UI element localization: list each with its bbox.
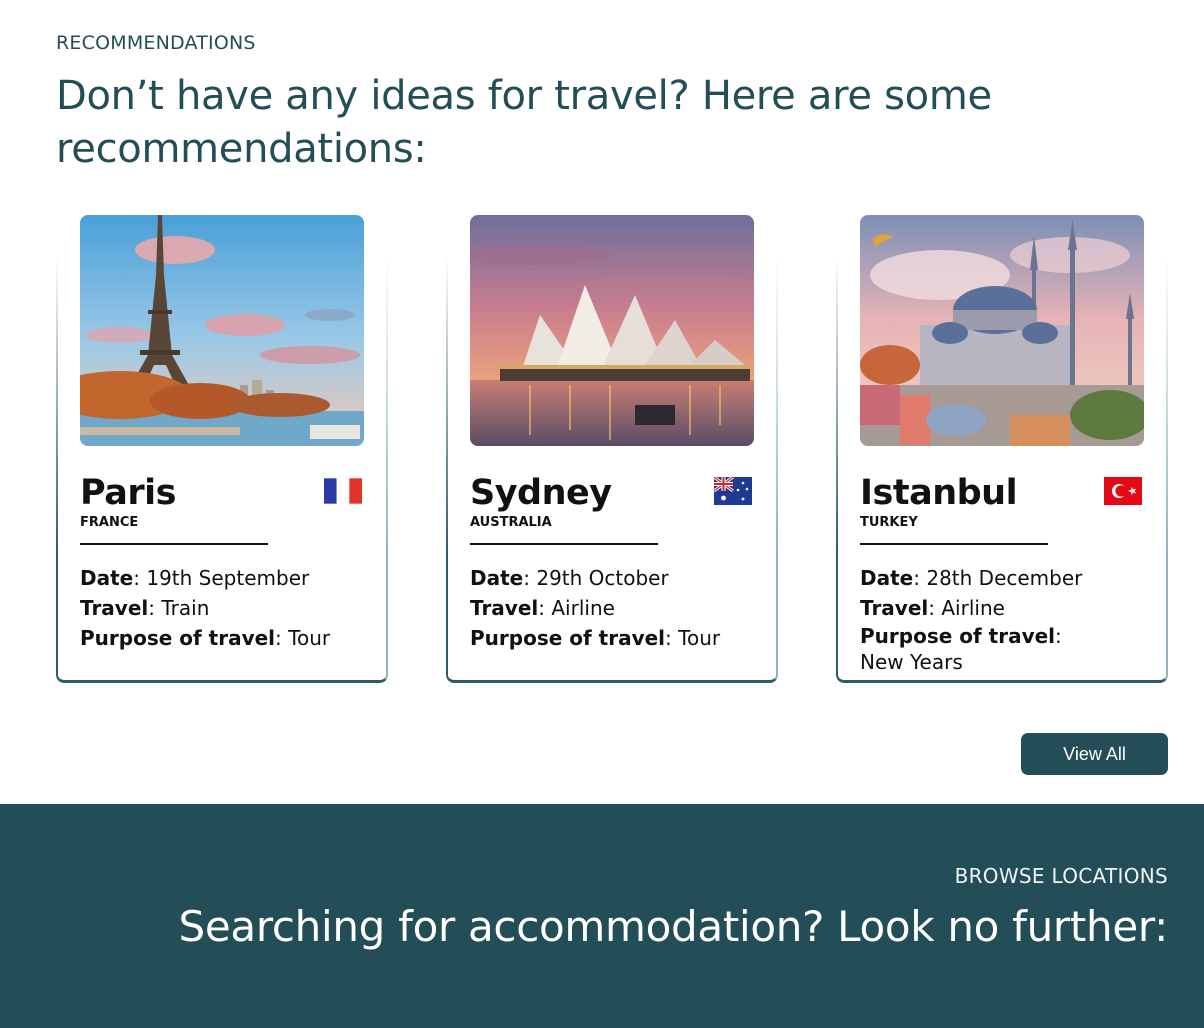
date-label: Date — [860, 566, 914, 590]
france-flag-icon — [324, 477, 362, 505]
recommendations-headline: Don’t have any ideas for travel? Here ar… — [56, 73, 992, 172]
card-city: Istanbul — [860, 473, 1018, 513]
browse-headline: Searching for accommodation? Look no fur… — [178, 902, 1169, 951]
travel-value: Airline — [551, 596, 615, 620]
card-details: Date: 19th September Travel: Train Purpo… — [80, 566, 331, 650]
paris-photo — [80, 215, 364, 446]
card-city: Sydney — [470, 473, 612, 513]
destination-card-sydney[interactable]: Sydney AUSTRALIA Date: 29th October Trav… — [446, 215, 778, 683]
browse-locations-section: BROWSE LOCATIONS Searching for accommoda… — [0, 804, 1204, 1028]
card-city: Paris — [80, 473, 176, 513]
recommendations-eyebrow: RECOMMENDATIONS — [56, 32, 256, 54]
card-details: Date: 28th December Travel: Airline Purp… — [860, 566, 1083, 674]
purpose-value: New Years — [860, 650, 963, 674]
travel-label: Travel — [470, 596, 539, 620]
browse-eyebrow: BROWSE LOCATIONS — [954, 864, 1168, 888]
turkey-flag-icon — [1104, 477, 1142, 505]
purpose-value: Tour — [678, 626, 721, 650]
travel-value: Airline — [941, 596, 1005, 620]
card-details: Date: 29th October Travel: Airline Purpo… — [470, 566, 721, 650]
date-value: 29th October — [536, 566, 669, 590]
date-value: 19th September — [146, 566, 310, 590]
australia-flag-icon — [713, 475, 752, 505]
travel-label: Travel — [860, 596, 929, 620]
card-divider — [860, 543, 1048, 545]
travel-value: Train — [161, 596, 210, 620]
date-label: Date — [80, 566, 134, 590]
date-label: Date — [470, 566, 524, 590]
destination-card-paris[interactable]: Paris FRANCE Date: 19th September Travel… — [56, 215, 388, 683]
purpose-label: Purpose of travel — [470, 626, 666, 650]
destination-card-istanbul[interactable]: Istanbul TURKEY Date: 28th December Trav… — [836, 215, 1168, 683]
istanbul-photo — [860, 215, 1144, 446]
card-divider — [470, 543, 658, 545]
card-country: FRANCE — [80, 515, 139, 530]
card-country: TURKEY — [860, 515, 918, 530]
purpose-label: Purpose of travel — [860, 624, 1056, 648]
travel-label: Travel — [80, 596, 149, 620]
sydney-photo — [470, 215, 754, 446]
card-divider — [80, 543, 268, 545]
date-value: 28th December — [926, 566, 1083, 590]
card-country: AUSTRALIA — [470, 515, 552, 530]
view-all-button[interactable]: View All — [1021, 733, 1168, 775]
purpose-value: Tour — [288, 626, 331, 650]
purpose-label: Purpose of travel — [80, 626, 276, 650]
